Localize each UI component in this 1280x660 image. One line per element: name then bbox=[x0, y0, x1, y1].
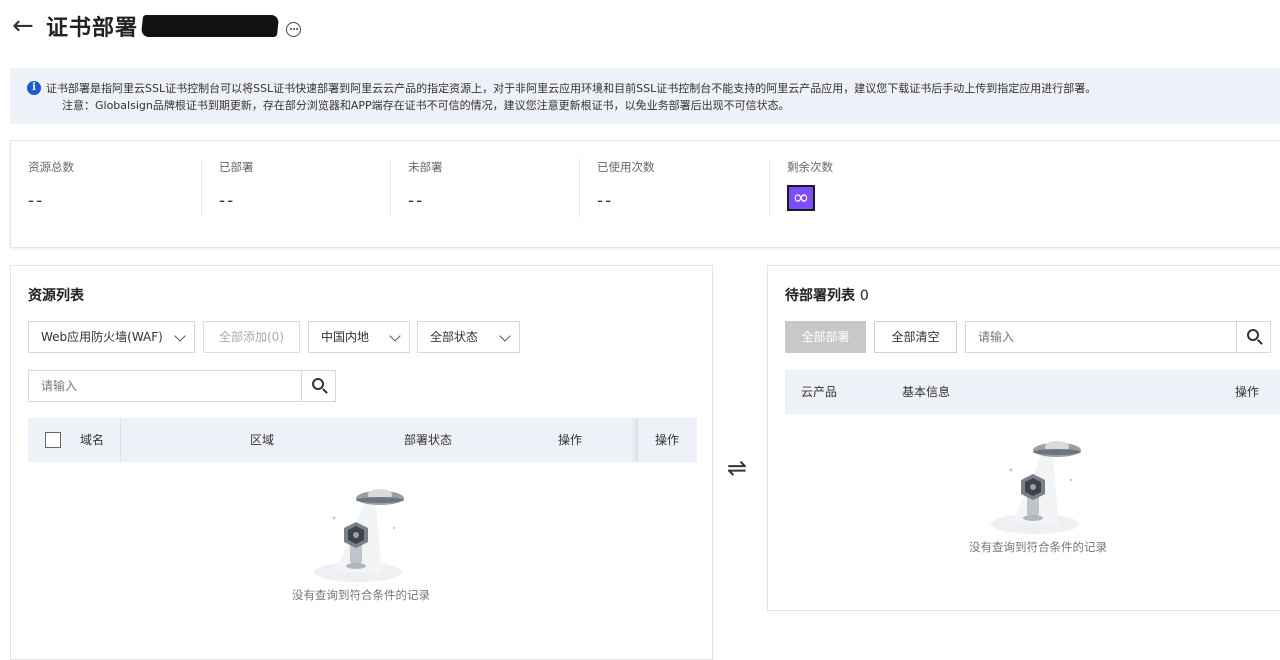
notice-banner: i 证书部署是指阿里云SSL证书控制台可以将SSL证书快速部署到阿里云云产品的指… bbox=[10, 68, 1280, 124]
add-all-button[interactable]: 全部添加(0) bbox=[203, 321, 300, 353]
region-select-value: 中国内地 bbox=[321, 330, 370, 344]
stat-value: -- bbox=[28, 191, 45, 211]
select-all-checkbox[interactable] bbox=[45, 432, 61, 448]
stat-label: 已部署 bbox=[219, 160, 254, 174]
column-action: 操作 bbox=[558, 433, 583, 447]
empty-message: 没有查询到符合条件的记录 bbox=[292, 588, 430, 602]
column-action-fixed: 操作 bbox=[655, 433, 680, 447]
resource-search: 请输入 bbox=[28, 370, 336, 402]
stat-label: 资源总数 bbox=[28, 160, 74, 174]
column-action: 操作 bbox=[1235, 385, 1260, 399]
clear-all-button[interactable]: 全部清空 bbox=[874, 321, 957, 353]
status-select[interactable]: 全部状态 bbox=[417, 321, 520, 353]
stat-value: -- bbox=[219, 191, 236, 211]
info-circle-icon: i bbox=[27, 81, 41, 95]
redacted-certificate-name bbox=[140, 15, 280, 37]
search-button[interactable] bbox=[301, 371, 335, 401]
product-select[interactable]: Web应用防火墙(WAF) bbox=[28, 321, 195, 353]
resource-list-title: 资源列表 bbox=[28, 288, 84, 304]
resource-list-panel: 资源列表 Web应用防火墙(WAF) 全部添加(0) 中国内地 全部状态 请输入… bbox=[10, 265, 713, 660]
notice-line-2: 注意：Globalsign品牌根证书到期更新，存在部分浏览器和APP端存在证书不… bbox=[62, 99, 790, 112]
stat-value: -- bbox=[408, 191, 425, 211]
stat-used-count: 已使用次数 -- bbox=[579, 159, 769, 217]
ufo-empty-icon bbox=[991, 441, 1081, 534]
product-select-value: Web应用防火墙(WAF) bbox=[41, 330, 163, 344]
search-button[interactable] bbox=[1236, 322, 1270, 352]
stat-undeployed: 未部署 -- bbox=[390, 159, 579, 217]
empty-message: 没有查询到符合条件的记录 bbox=[969, 540, 1107, 554]
page-title: 证书部署 bbox=[46, 16, 139, 41]
stat-deployed: 已部署 -- bbox=[201, 159, 390, 217]
pending-list-title-text: 待部署列表 bbox=[785, 288, 855, 304]
search-input[interactable]: 请输入 bbox=[978, 322, 1014, 352]
pending-list-title: 待部署列表 0 bbox=[785, 285, 869, 305]
chevron-down-icon bbox=[389, 330, 401, 342]
pending-count: 0 bbox=[859, 288, 869, 304]
chevron-down-icon bbox=[499, 330, 511, 342]
stats-card: 资源总数 -- 已部署 -- 未部署 -- 已使用次数 -- 剩余次数 ∞ bbox=[10, 140, 1280, 248]
pending-search: 请输入 bbox=[965, 321, 1271, 353]
pending-table-header: 云产品 基本信息 操作 bbox=[785, 370, 1280, 414]
page-header: ← 证书部署 bbox=[12, 8, 302, 44]
stat-value: -- bbox=[597, 191, 614, 211]
more-circle-icon[interactable] bbox=[286, 21, 302, 37]
infinity-icon: ∞ bbox=[787, 185, 815, 211]
stat-remaining: 剩余次数 ∞ bbox=[769, 159, 969, 217]
pending-list-panel: 待部署列表 0 全部部署 全部清空 请输入 云产品 基本信息 操作 没有查询到符… bbox=[767, 265, 1280, 611]
stat-label: 未部署 bbox=[408, 160, 443, 174]
resource-table-header: 域名 区域 部署状态 操作 操作 bbox=[28, 418, 697, 462]
search-icon bbox=[312, 378, 324, 390]
column-deploy-status: 部署状态 bbox=[404, 433, 453, 447]
ufo-empty-icon bbox=[314, 489, 404, 582]
column-domain: 域名 bbox=[80, 433, 105, 447]
stat-label: 已使用次数 bbox=[597, 160, 655, 174]
arrow-left-icon[interactable]: ← bbox=[12, 13, 46, 39]
search-icon bbox=[1247, 329, 1259, 341]
status-select-value: 全部状态 bbox=[430, 330, 479, 344]
chevron-down-icon bbox=[174, 330, 186, 342]
column-basic-info: 基本信息 bbox=[902, 385, 951, 399]
stat-label: 剩余次数 bbox=[787, 160, 833, 174]
region-select[interactable]: 中国内地 bbox=[308, 321, 410, 353]
column-cloud-product: 云产品 bbox=[801, 385, 838, 399]
column-region: 区域 bbox=[250, 433, 275, 447]
search-input[interactable]: 请输入 bbox=[41, 371, 77, 401]
resource-empty-state: 没有查询到符合条件的记录 bbox=[261, 484, 461, 603]
swap-arrows-icon: ⇌ bbox=[727, 454, 748, 482]
notice-line-1: 证书部署是指阿里云SSL证书控制台可以将SSL证书快速部署到阿里云云产品的指定资… bbox=[46, 82, 1097, 95]
pending-empty-state: 没有查询到符合条件的记录 bbox=[938, 436, 1138, 555]
deploy-all-button[interactable]: 全部部署 bbox=[785, 321, 866, 353]
stat-total: 资源总数 -- bbox=[11, 159, 201, 217]
